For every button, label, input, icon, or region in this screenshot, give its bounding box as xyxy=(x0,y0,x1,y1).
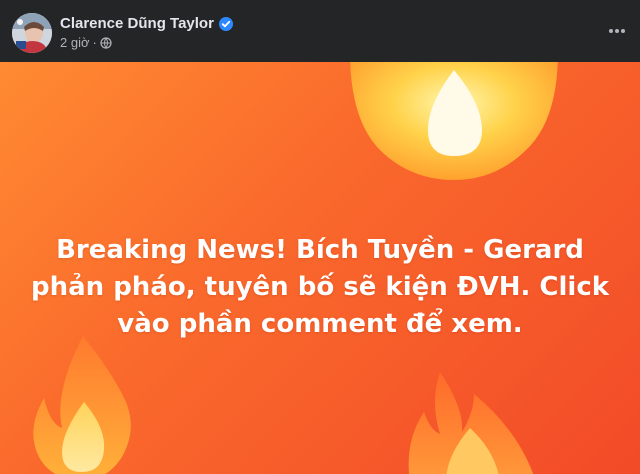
globe-icon[interactable] xyxy=(100,36,112,49)
author-row: Clarence Dũng Taylor xyxy=(60,15,233,32)
banner-headline: Breaking News! Bích Tuyền - Gerard phản … xyxy=(30,235,610,339)
fire-emoji-icon xyxy=(408,372,534,474)
avatar-photo xyxy=(12,13,52,53)
facebook-post: Clarence Dũng Taylor 2 giờ · Breaking Ne… xyxy=(0,0,640,474)
more-options-icon[interactable] xyxy=(604,18,630,44)
verified-badge-icon xyxy=(218,16,233,31)
fire-emoji-icon xyxy=(350,62,558,180)
meta-separator: · xyxy=(92,35,97,50)
post-banner[interactable]: Breaking News! Bích Tuyền - Gerard phản … xyxy=(0,62,640,474)
fire-emoji-icon xyxy=(33,336,131,474)
post-meta: 2 giờ · xyxy=(60,35,112,50)
post-timestamp[interactable]: 2 giờ xyxy=(60,35,90,50)
author-name[interactable]: Clarence Dũng Taylor xyxy=(60,15,214,32)
author-avatar[interactable] xyxy=(12,13,52,53)
post-header: Clarence Dũng Taylor 2 giờ · xyxy=(0,0,640,62)
